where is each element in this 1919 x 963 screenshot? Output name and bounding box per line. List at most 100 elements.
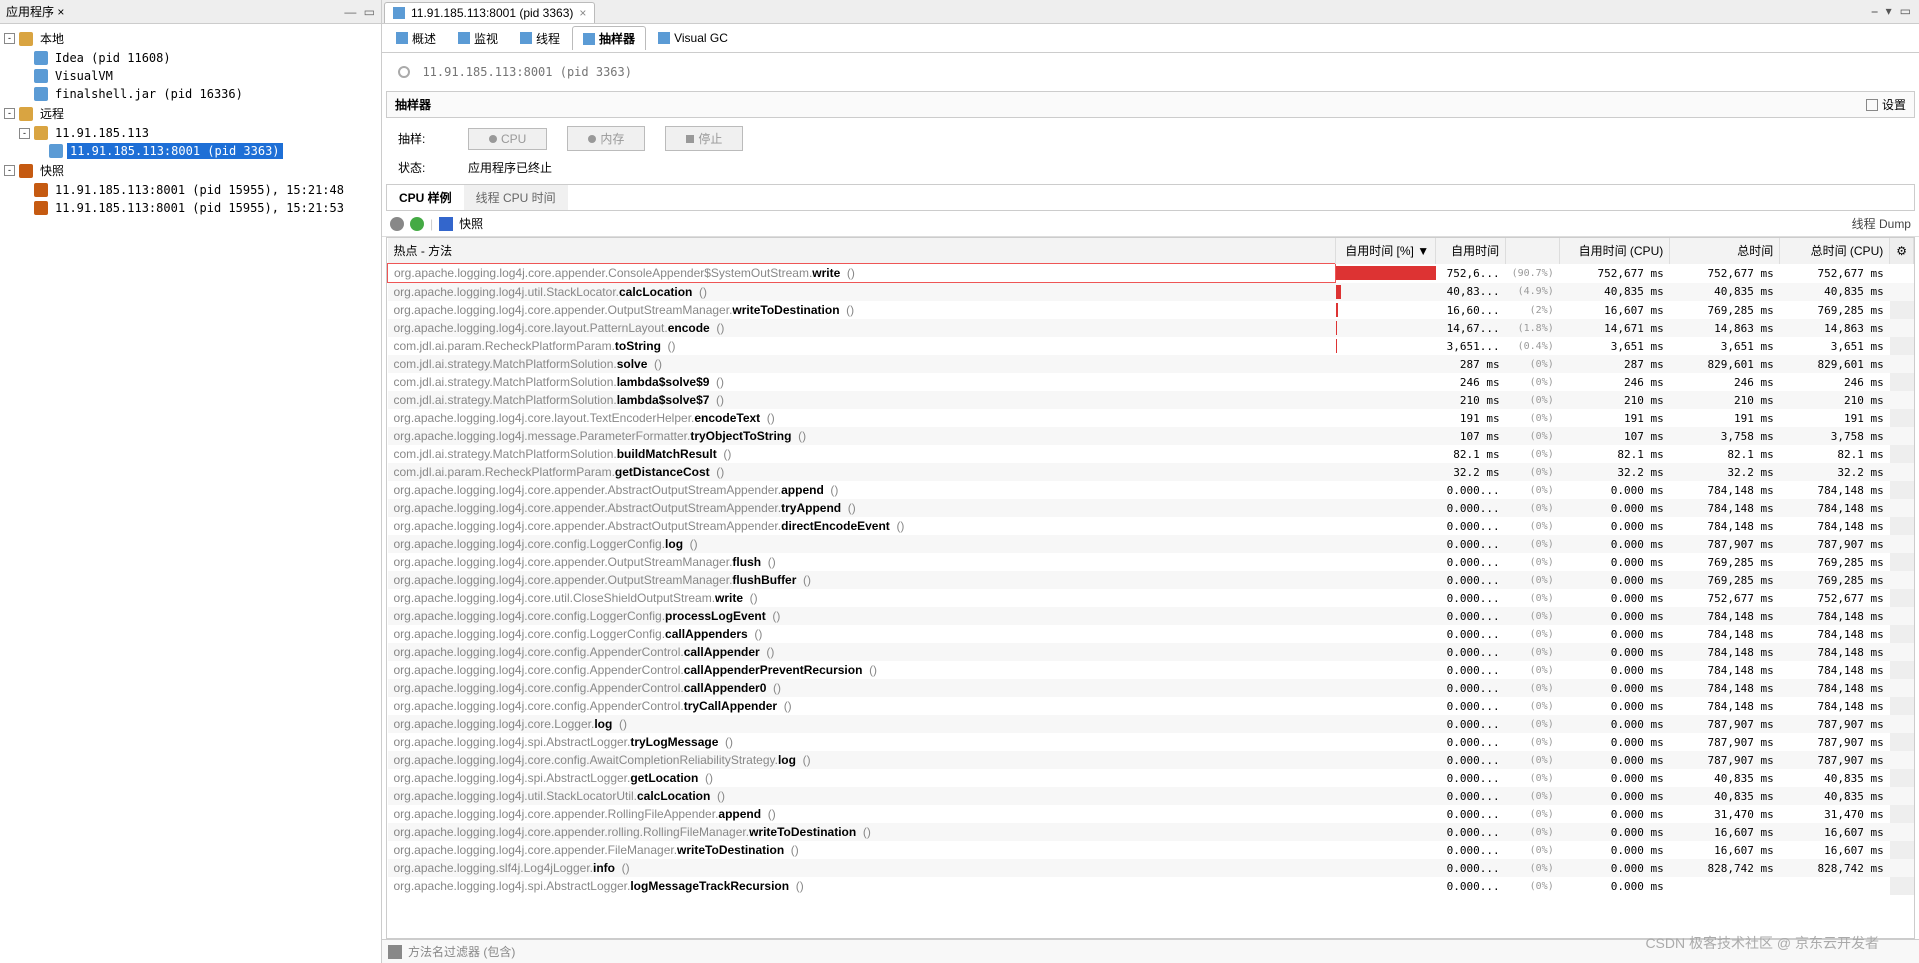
- table-row[interactable]: org.apache.logging.log4j.core.appender.O…: [388, 301, 1914, 319]
- hotspots-table: 热点 - 方法自用时间 [%] ▼自用时间 自用时间 (CPU)总时间总时间 (C…: [387, 238, 1914, 895]
- tree-node[interactable]: -远程: [2, 103, 379, 124]
- table-row[interactable]: com.jdl.ai.param.RecheckPlatformParam.ge…: [388, 463, 1914, 481]
- tree-node[interactable]: -本地: [2, 28, 379, 49]
- minimize-panel-icon[interactable]: —: [344, 5, 356, 19]
- node-label: 11.91.185.113:8001 (pid 15955), 15:21:48: [52, 182, 347, 198]
- filter-label: 方法名过滤器 (包含): [408, 943, 515, 960]
- node-label: 11.91.185.113:8001 (pid 3363): [67, 143, 283, 159]
- table-row[interactable]: org.apache.logging.log4j.core.config.App…: [388, 661, 1914, 679]
- table-row[interactable]: org.apache.logging.log4j.core.config.Log…: [388, 607, 1914, 625]
- restore-panel-icon[interactable]: ▭: [364, 5, 375, 19]
- table-row[interactable]: org.apache.logging.log4j.core.config.App…: [388, 643, 1914, 661]
- settings-checkbox[interactable]: [1866, 99, 1878, 111]
- tree-node[interactable]: -11.91.185.113: [2, 124, 379, 142]
- close-tab-icon[interactable]: ×: [579, 6, 586, 20]
- pill-tab-0[interactable]: CPU 样例: [387, 185, 464, 210]
- expand-icon[interactable]: -: [4, 108, 15, 119]
- table-row[interactable]: org.apache.logging.log4j.core.util.Close…: [388, 589, 1914, 607]
- col-header[interactable]: 自用时间: [1436, 238, 1506, 264]
- node-icon: [19, 164, 33, 178]
- table-row[interactable]: org.apache.logging.log4j.core.layout.Pat…: [388, 319, 1914, 337]
- panel-title: 应用程序 ×: [6, 3, 64, 20]
- col-header[interactable]: 自用时间 [%] ▼: [1336, 238, 1436, 264]
- subtab-icon: [520, 32, 532, 44]
- pill-tab-1[interactable]: 线程 CPU 时间: [464, 185, 568, 210]
- win-min-icon[interactable]: ⎯: [1872, 4, 1878, 19]
- table-row[interactable]: org.apache.logging.log4j.spi.AbstractLog…: [388, 877, 1914, 895]
- node-icon: [19, 107, 33, 121]
- filter-icon[interactable]: [388, 945, 402, 959]
- subtab-1[interactable]: 监视: [448, 26, 508, 50]
- table-settings-icon[interactable]: ⚙: [1890, 238, 1914, 264]
- hotspots-table-wrap[interactable]: 热点 - 方法自用时间 [%] ▼自用时间 自用时间 (CPU)总时间总时间 (C…: [386, 237, 1915, 939]
- memory-button[interactable]: 内存: [567, 126, 645, 151]
- node-label: Idea (pid 11608): [52, 50, 174, 66]
- col-header[interactable]: [1506, 238, 1560, 264]
- table-row[interactable]: org.apache.logging.log4j.message.Paramet…: [388, 427, 1914, 445]
- table-row[interactable]: org.apache.logging.log4j.core.config.Log…: [388, 535, 1914, 553]
- node-icon: [34, 87, 48, 101]
- table-row[interactable]: com.jdl.ai.strategy.MatchPlatformSolutio…: [388, 391, 1914, 409]
- table-row[interactable]: org.apache.logging.log4j.core.appender.O…: [388, 553, 1914, 571]
- expand-icon[interactable]: -: [4, 33, 15, 44]
- table-row[interactable]: com.jdl.ai.param.RecheckPlatformParam.to…: [388, 337, 1914, 355]
- table-row[interactable]: org.apache.logging.log4j.core.config.App…: [388, 679, 1914, 697]
- refresh-icon[interactable]: [410, 217, 424, 231]
- col-header[interactable]: 热点 - 方法: [388, 238, 1336, 264]
- subtab-icon: [458, 32, 470, 44]
- table-row[interactable]: org.apache.logging.log4j.core.config.Log…: [388, 625, 1914, 643]
- table-row[interactable]: com.jdl.ai.strategy.MatchPlatformSolutio…: [388, 355, 1914, 373]
- section-header: 抽样器 设置: [386, 91, 1915, 118]
- col-header[interactable]: 总时间: [1670, 238, 1780, 264]
- table-row[interactable]: com.jdl.ai.strategy.MatchPlatformSolutio…: [388, 373, 1914, 391]
- table-row[interactable]: org.apache.logging.log4j.core.layout.Tex…: [388, 409, 1914, 427]
- table-row[interactable]: org.apache.logging.log4j.util.StackLocat…: [388, 787, 1914, 805]
- col-header[interactable]: 总时间 (CPU): [1780, 238, 1890, 264]
- table-row[interactable]: org.apache.logging.log4j.core.appender.r…: [388, 823, 1914, 841]
- tree-node[interactable]: 11.91.185.113:8001 (pid 15955), 15:21:48: [2, 181, 379, 199]
- table-row[interactable]: org.apache.logging.log4j.util.StackLocat…: [388, 283, 1914, 302]
- node-icon: [34, 183, 48, 197]
- tree-node[interactable]: -快照: [2, 160, 379, 181]
- main-panel: 11.91.185.113:8001 (pid 3363) × ⎯ ▾ ▭ 概述…: [382, 0, 1919, 963]
- subtab-3[interactable]: 抽样器: [572, 26, 646, 50]
- table-row[interactable]: org.apache.logging.slf4j.Log4jLogger.inf…: [388, 859, 1914, 877]
- snapshot-icon[interactable]: [439, 217, 453, 231]
- sample-label: 抽样:: [398, 130, 448, 147]
- table-row[interactable]: org.apache.logging.log4j.core.appender.F…: [388, 841, 1914, 859]
- table-row[interactable]: org.apache.logging.log4j.core.config.Awa…: [388, 751, 1914, 769]
- table-row[interactable]: org.apache.logging.log4j.core.Logger.log…: [388, 715, 1914, 733]
- subtab-0[interactable]: 概述: [386, 26, 446, 50]
- col-header[interactable]: 自用时间 (CPU): [1560, 238, 1670, 264]
- table-row[interactable]: org.apache.logging.log4j.core.appender.A…: [388, 481, 1914, 499]
- subtab-2[interactable]: 线程: [510, 26, 570, 50]
- table-row[interactable]: com.jdl.ai.strategy.MatchPlatformSolutio…: [388, 445, 1914, 463]
- cpu-button[interactable]: CPU: [468, 128, 547, 150]
- status-label: 状态:: [398, 159, 448, 176]
- stop-button[interactable]: 停止: [665, 126, 743, 151]
- table-row[interactable]: org.apache.logging.log4j.spi.AbstractLog…: [388, 769, 1914, 787]
- table-row[interactable]: org.apache.logging.log4j.core.config.App…: [388, 697, 1914, 715]
- table-row[interactable]: org.apache.logging.log4j.spi.AbstractLog…: [388, 733, 1914, 751]
- win-max-icon[interactable]: ▭: [1900, 4, 1911, 19]
- thread-dump-link[interactable]: 线程 Dump: [1852, 215, 1911, 232]
- tree-node[interactable]: VisualVM: [2, 67, 379, 85]
- win-dropdown-icon[interactable]: ▾: [1886, 4, 1892, 19]
- tree-node[interactable]: 11.91.185.113:8001 (pid 15955), 15:21:53: [2, 199, 379, 217]
- expand-icon[interactable]: -: [19, 128, 30, 139]
- pause-icon[interactable]: [390, 217, 404, 231]
- table-row[interactable]: org.apache.logging.log4j.core.appender.A…: [388, 517, 1914, 535]
- tree-node[interactable]: Idea (pid 11608): [2, 49, 379, 67]
- page-title-row: 11.91.185.113:8001 (pid 3363): [382, 53, 1919, 91]
- status-row: 状态: 应用程序已终止: [382, 159, 1919, 184]
- expand-icon[interactable]: -: [4, 165, 15, 176]
- applications-tree[interactable]: -本地Idea (pid 11608)VisualVMfinalshell.ja…: [0, 24, 381, 963]
- table-row[interactable]: org.apache.logging.log4j.core.appender.C…: [388, 264, 1914, 283]
- table-row[interactable]: org.apache.logging.log4j.core.appender.O…: [388, 571, 1914, 589]
- table-row[interactable]: org.apache.logging.log4j.core.appender.A…: [388, 499, 1914, 517]
- table-row[interactable]: org.apache.logging.log4j.core.appender.R…: [388, 805, 1914, 823]
- tree-node[interactable]: 11.91.185.113:8001 (pid 3363): [2, 142, 379, 160]
- editor-tab[interactable]: 11.91.185.113:8001 (pid 3363) ×: [384, 2, 595, 23]
- subtab-4[interactable]: Visual GC: [648, 26, 738, 50]
- tree-node[interactable]: finalshell.jar (pid 16336): [2, 85, 379, 103]
